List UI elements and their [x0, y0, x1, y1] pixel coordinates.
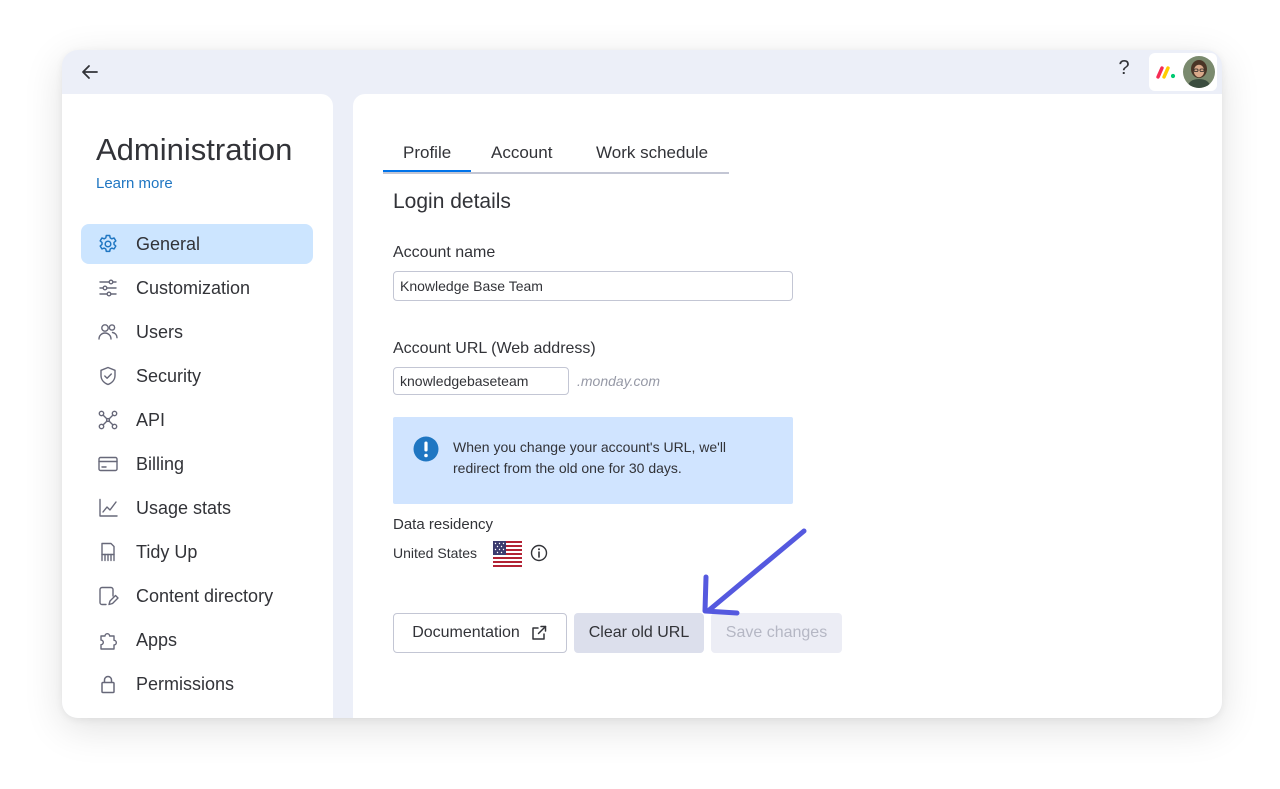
save-changes-button[interactable]: Save changes — [711, 613, 842, 653]
tab-account[interactable]: Account — [491, 143, 552, 163]
external-link-icon — [532, 625, 547, 640]
url-change-notice: When you change your account's URL, we'l… — [393, 417, 793, 504]
api-icon — [97, 409, 119, 431]
arrow-left-icon — [82, 65, 98, 79]
sidebar-nav: General Customization Users Security API… — [81, 224, 313, 708]
sidebar-item-label: Content directory — [136, 586, 274, 606]
tab-work-schedule[interactable]: Work schedule — [596, 143, 708, 163]
sidebar-item-users[interactable]: Users — [81, 312, 313, 352]
sidebar-item-security[interactable]: Security — [81, 356, 313, 396]
alert-icon — [413, 436, 439, 462]
sidebar-item-api[interactable]: API — [81, 400, 313, 440]
info-icon[interactable] — [530, 544, 548, 562]
documentation-button[interactable]: Documentation — [393, 613, 567, 653]
sidebar-item-content-directory[interactable]: Content directory — [81, 576, 313, 616]
sidebar-item-label: General — [136, 234, 201, 254]
sliders-icon — [97, 277, 119, 299]
shield-icon — [97, 365, 119, 387]
sidebar: Administration Learn more General Custom… — [62, 94, 333, 718]
account-name-input[interactable] — [393, 271, 793, 301]
sidebar-item-label: Permissions — [136, 674, 235, 694]
admin-window: ? Administration Learn more General Cust… — [62, 50, 1222, 718]
broom-icon — [97, 541, 119, 563]
sidebar-item-label: API — [136, 410, 166, 430]
account-url-label: Account URL (Web address) — [393, 340, 596, 357]
notice-text: When you change your account's URL, we'l… — [453, 439, 727, 476]
sidebar-item-billing[interactable]: Billing — [81, 444, 313, 484]
documentation-label: Documentation — [412, 624, 520, 641]
sidebar-item-label: Security — [136, 366, 202, 386]
chart-icon — [97, 497, 119, 519]
url-suffix: .monday.com — [577, 373, 660, 389]
section-title: Login details — [393, 190, 511, 213]
sidebar-item-customization[interactable]: Customization — [81, 268, 313, 308]
sidebar-item-permissions[interactable]: Permissions — [81, 664, 313, 704]
user-avatar[interactable] — [1183, 56, 1215, 88]
users-icon — [97, 321, 119, 343]
monday-logo-icon — [1156, 66, 1176, 79]
gear-icon — [97, 233, 119, 255]
us-flag-icon — [493, 541, 522, 567]
tab-bar: Profile Account Work schedule — [383, 136, 729, 174]
sidebar-item-label: Customization — [136, 278, 251, 298]
sidebar-item-label: Usage stats — [136, 498, 232, 518]
account-name-label: Account name — [393, 244, 496, 261]
lock-icon — [97, 673, 119, 695]
sidebar-item-apps[interactable]: Apps — [81, 620, 313, 660]
sidebar-item-label: Billing — [136, 454, 185, 474]
data-residency-value: United States — [393, 545, 478, 561]
main-content: Profile Account Work schedule Login deta… — [353, 94, 1222, 718]
data-residency-label: Data residency — [393, 516, 494, 533]
avatar-image — [1183, 56, 1215, 88]
puzzle-icon — [97, 629, 119, 651]
help-button[interactable]: ? — [1112, 57, 1136, 83]
credit-card-icon — [97, 453, 119, 475]
active-tab-indicator — [383, 170, 471, 172]
account-url-input[interactable] — [393, 367, 569, 395]
tab-profile[interactable]: Profile — [403, 143, 451, 163]
page-title: Administration — [96, 132, 293, 167]
sidebar-item-label: Apps — [136, 630, 178, 650]
clear-old-url-button[interactable]: Clear old URL — [574, 613, 704, 653]
learn-more-link[interactable]: Learn more — [96, 175, 173, 192]
sidebar-item-label: Tidy Up — [136, 542, 198, 562]
sidebar-item-label: Users — [136, 322, 184, 342]
content-icon — [97, 585, 119, 607]
sidebar-item-tidy-up[interactable]: Tidy Up — [81, 532, 313, 572]
account-switcher[interactable] — [1149, 53, 1217, 91]
sidebar-item-usage-stats[interactable]: Usage stats — [81, 488, 313, 528]
sidebar-item-general[interactable]: General — [81, 224, 313, 264]
annotation-arrow — [702, 528, 807, 616]
back-button[interactable] — [76, 58, 104, 86]
top-bar: ? — [62, 50, 1222, 94]
